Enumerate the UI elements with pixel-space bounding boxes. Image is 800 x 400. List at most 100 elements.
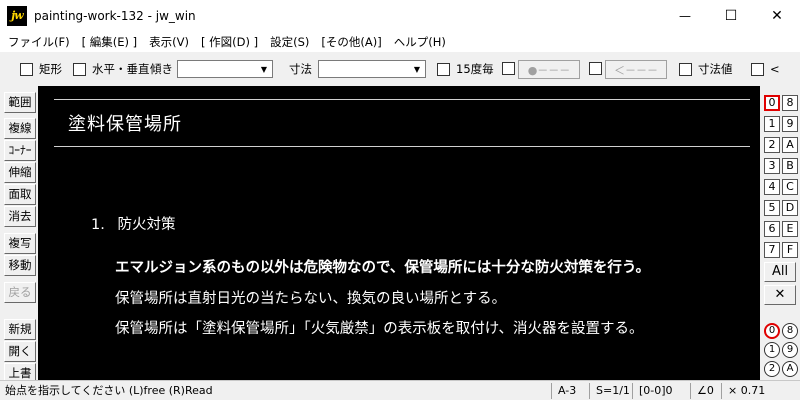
tool-chamfer-button[interactable]: 面取 xyxy=(4,184,36,205)
layer-button-f[interactable]: F xyxy=(782,242,798,258)
menu-help[interactable]: ヘルプ(H) xyxy=(388,34,452,50)
layer-button-a[interactable]: A xyxy=(782,137,798,153)
rect-checkbox[interactable] xyxy=(20,62,33,76)
tool-corner-button[interactable]: ｺｰﾅｰ xyxy=(4,140,36,161)
last-checkbox[interactable] xyxy=(751,62,764,76)
status-message: 始点を指示してください (L)free (R)Read xyxy=(5,384,213,397)
text-line-2: 保管場所は直射日光の当たらない、換気の良い場所とする。 xyxy=(115,291,507,307)
layer-button-9[interactable]: 9 xyxy=(782,116,798,132)
tool-open-button[interactable]: 開く xyxy=(4,341,36,362)
menu-draw[interactable]: [ 作図(D) ] xyxy=(195,34,264,50)
status-scale[interactable]: S=1/1 xyxy=(589,383,632,399)
rect-option[interactable]: 矩形 xyxy=(20,61,62,77)
layer-button-1[interactable]: 1 xyxy=(764,116,780,132)
dim-combo[interactable]: ▼ xyxy=(318,60,426,78)
tool-undo-button[interactable]: 戻る xyxy=(4,282,36,303)
menu-settings[interactable]: 設定(S) xyxy=(264,34,315,50)
toolbar: 矩形 水平・垂直 傾き ▼ 寸法 ▼ 15度毎 ●－－－ ＜－－－ 寸法値 < xyxy=(0,55,800,82)
layer-button-4[interactable]: 4 xyxy=(764,179,780,195)
dim-label-wrap: 寸法 xyxy=(289,61,312,77)
menu-edit[interactable]: [ 編集(E) ] xyxy=(76,34,144,50)
dim-label: 寸法 xyxy=(289,62,312,76)
dimval-label: 寸法値 xyxy=(698,62,733,76)
dimval-option[interactable]: 寸法値 xyxy=(679,61,733,77)
group-button-8[interactable]: 8 xyxy=(782,323,798,339)
group-button-2[interactable]: 2 xyxy=(764,361,780,377)
last-option[interactable]: < xyxy=(751,61,780,77)
border-line-under-title xyxy=(54,146,750,147)
hv-label: 水平・垂直 xyxy=(92,62,150,76)
deg15-option[interactable]: 15度毎 xyxy=(437,61,494,77)
tool-new-button[interactable]: 新規 xyxy=(4,319,36,340)
tool-parallel-button[interactable]: 複線 xyxy=(4,118,36,139)
status-angle[interactable]: ∠0 xyxy=(690,383,720,399)
chevron-down-icon: ▼ xyxy=(260,64,268,74)
x-icon: ✕ xyxy=(774,287,786,302)
layer-button-c[interactable]: C xyxy=(782,179,798,195)
tilt-combo[interactable]: ▼ xyxy=(177,60,273,78)
chevron-down-icon: ▼ xyxy=(413,64,421,74)
minimize-icon: — xyxy=(679,8,691,23)
drawing-canvas[interactable]: 塗料保管場所 1. 防火対策 エマルジョン系のもの以外は危険物なので、保管場所に… xyxy=(38,86,760,382)
close-button[interactable]: ✕ xyxy=(754,0,800,31)
close-icon: ✕ xyxy=(771,7,783,24)
maximize-button[interactable]: ☐ xyxy=(708,0,754,31)
rect-label: 矩形 xyxy=(39,62,62,76)
group-button-0[interactable]: 0 xyxy=(764,323,780,339)
section-title: 防火対策 xyxy=(117,217,176,233)
tool-range-button[interactable]: 範囲 xyxy=(4,92,36,113)
arrow-line-button[interactable]: ＜－－－ xyxy=(605,60,667,79)
tool-stretch-button[interactable]: 伸縮 xyxy=(4,162,36,183)
dot-checkbox[interactable] xyxy=(502,62,515,75)
maximize-icon: ☐ xyxy=(724,7,738,24)
tilt-label-wrap: 傾き xyxy=(150,61,173,77)
text-line-3: 保管場所は「塗料保管場所」「火気厳禁」の表示板を取付け、消火器を設置する。 xyxy=(115,321,644,337)
menu-other[interactable]: [その他(A)] xyxy=(315,34,387,50)
tool-move-button[interactable]: 移動 xyxy=(4,255,36,276)
hv-option[interactable]: 水平・垂直 xyxy=(73,61,150,77)
layer-clear-button[interactable]: ✕ xyxy=(764,285,796,305)
status-layer[interactable]: [0-0]0 xyxy=(632,383,687,399)
status-factor[interactable]: × 0.71 xyxy=(721,383,781,399)
app-icon: jw xyxy=(7,5,27,26)
section-number: 1. xyxy=(91,217,105,233)
layer-button-8[interactable]: 8 xyxy=(782,95,798,111)
layer-button-0[interactable]: 0 xyxy=(764,95,780,111)
layer-button-2[interactable]: 2 xyxy=(764,137,780,153)
layer-button-6[interactable]: 6 xyxy=(764,221,780,237)
title-bar: jw painting-work-132 - jw_win — ☐ ✕ xyxy=(0,0,800,31)
drawing-title: 塗料保管場所 xyxy=(68,114,182,135)
tool-copy-button[interactable]: 複写 xyxy=(4,233,36,254)
last-label: < xyxy=(770,62,780,76)
dimval-checkbox[interactable] xyxy=(679,62,692,76)
status-paper[interactable]: A-3 xyxy=(551,383,589,399)
menu-bar: ファイル(F) [ 編集(E) ] 表示(V) [ 作図(D) ] 設定(S) … xyxy=(0,31,800,52)
layer-button-e[interactable]: E xyxy=(782,221,798,237)
window-title: painting-work-132 - jw_win xyxy=(34,8,196,23)
border-line-top xyxy=(54,99,750,100)
group-button-1[interactable]: 1 xyxy=(764,342,780,358)
menu-file[interactable]: ファイル(F) xyxy=(2,34,76,50)
layer-button-3[interactable]: 3 xyxy=(764,158,780,174)
layer-panel: 0 8 1 9 2 A 3 B 4 C 5 D 6 E 7 F All ✕ 0 … xyxy=(760,86,800,382)
group-button-a[interactable]: A xyxy=(782,361,798,377)
arrow-checkbox[interactable] xyxy=(589,62,602,75)
deg15-label: 15度毎 xyxy=(456,62,494,76)
window-controls: — ☐ ✕ xyxy=(662,0,800,31)
layer-button-b[interactable]: B xyxy=(782,158,798,174)
deg15-checkbox[interactable] xyxy=(437,62,450,76)
layer-all-button[interactable]: All xyxy=(764,262,796,282)
layer-button-5[interactable]: 5 xyxy=(764,200,780,216)
minimize-button[interactable]: — xyxy=(662,0,708,31)
hv-checkbox[interactable] xyxy=(73,62,86,76)
group-button-9[interactable]: 9 xyxy=(782,342,798,358)
dot-line-button[interactable]: ●－－－ xyxy=(518,60,580,79)
section-heading: 1. 防火対策 xyxy=(91,213,175,234)
layer-button-7[interactable]: 7 xyxy=(764,242,780,258)
status-bar: 始点を指示してください (L)free (R)Read A-3 S=1/1 [0… xyxy=(0,380,800,400)
layer-button-d[interactable]: D xyxy=(782,200,798,216)
menu-view[interactable]: 表示(V) xyxy=(143,34,195,50)
tool-erase-button[interactable]: 消去 xyxy=(4,206,36,227)
tilt-label: 傾き xyxy=(150,62,173,76)
left-tool-panel: 範囲 複線 ｺｰﾅｰ 伸縮 面取 消去 複写 移動 戻る 新規 開く 上書 xyxy=(0,86,38,384)
